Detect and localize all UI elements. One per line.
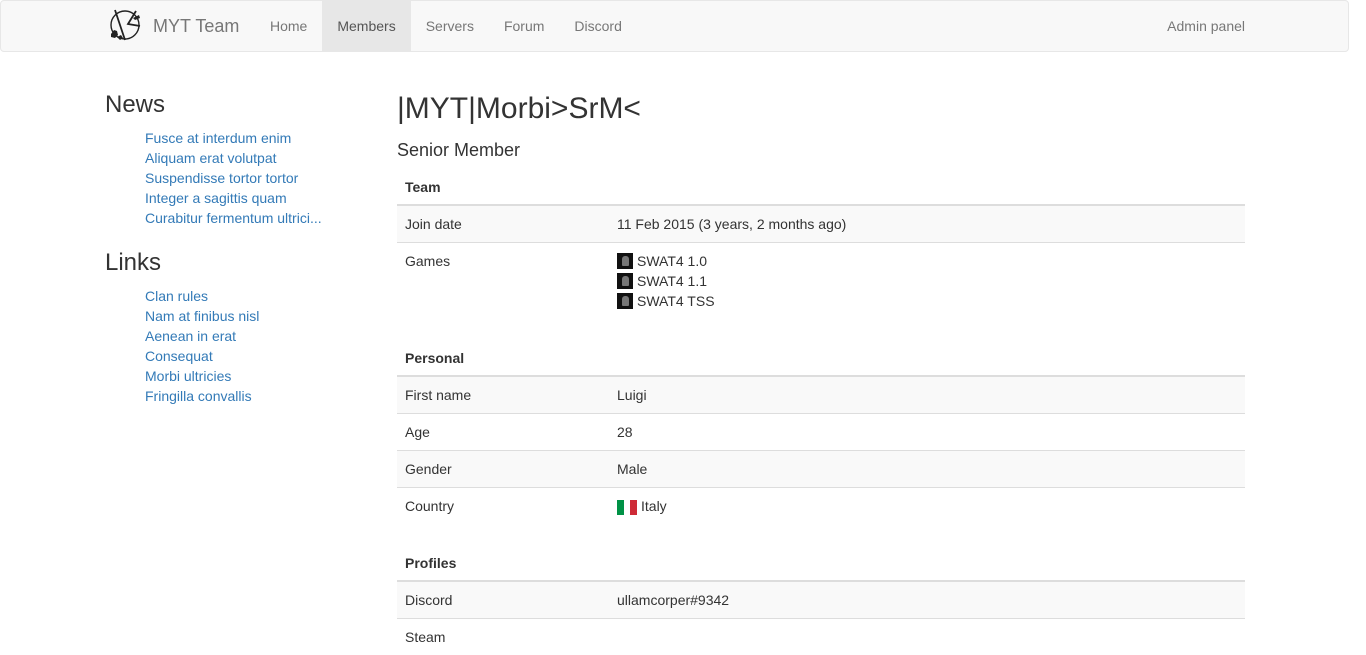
brand-name: MYT Team — [153, 16, 239, 37]
news-link[interactable]: Fusce at interdum enim — [145, 130, 291, 146]
swat4-icon — [617, 273, 633, 289]
join-date-value: 11 Feb 2015 (3 years, 2 months ago) — [609, 205, 1245, 243]
nav-forum[interactable]: Forum — [489, 1, 559, 51]
steam-label: Steam — [397, 619, 609, 655]
join-date-label: Join date — [397, 205, 609, 243]
gender-label: Gender — [397, 451, 609, 488]
game-item: SWAT4 TSS — [617, 291, 1237, 311]
game-name: SWAT4 TSS — [637, 291, 715, 311]
game-item: SWAT4 1.0 — [617, 251, 1237, 271]
table-row: Games SWAT4 1.0 SWAT4 1.1 SWAT4 TSS — [397, 243, 1245, 320]
nav-members[interactable]: Members — [322, 1, 410, 51]
news-item: Fusce at interdum enim — [145, 128, 345, 148]
swat4-icon — [617, 253, 633, 269]
links-item: Nam at finibus nisl — [145, 306, 345, 326]
myt-logo-icon — [106, 4, 144, 49]
swat4-tss-icon — [617, 293, 633, 309]
news-item: Curabitur fermentum ultrici... — [145, 208, 345, 228]
member-profile: |MYT|Morbi>SrM< Senior Member Team Join … — [397, 90, 1245, 655]
main-nav: Home Members Servers Forum Discord — [255, 1, 637, 51]
news-item: Aliquam erat volutpat — [145, 148, 345, 168]
sidebar-link[interactable]: Clan rules — [145, 288, 208, 304]
first-name-value: Luigi — [609, 376, 1245, 414]
gender-value: Male — [609, 451, 1245, 488]
table-row: Discord ullamcorper#9342 — [397, 581, 1245, 619]
personal-table: Personal First name Luigi Age 28 Gender … — [397, 340, 1245, 524]
news-list: Fusce at interdum enim Aliquam erat volu… — [105, 128, 345, 228]
nav-servers[interactable]: Servers — [411, 1, 489, 51]
links-list: Clan rules Nam at finibus nisl Aenean in… — [105, 286, 345, 406]
sidebar-link[interactable]: Nam at finibus nisl — [145, 308, 259, 324]
game-item: SWAT4 1.1 — [617, 271, 1237, 291]
news-link[interactable]: Suspendisse tortor tortor — [145, 170, 298, 186]
table-row: Steam — [397, 619, 1245, 655]
news-item: Integer a sagittis quam — [145, 188, 345, 208]
age-value: 28 — [609, 414, 1245, 451]
table-row: Join date 11 Feb 2015 (3 years, 2 months… — [397, 205, 1245, 243]
game-name: SWAT4 1.0 — [637, 251, 707, 271]
games-value: SWAT4 1.0 SWAT4 1.1 SWAT4 TSS — [609, 243, 1245, 320]
country-label: Country — [397, 488, 609, 525]
nav-admin-panel[interactable]: Admin panel — [1167, 1, 1245, 51]
links-item: Morbi ultricies — [145, 366, 345, 386]
first-name-label: First name — [397, 376, 609, 414]
table-row: Gender Male — [397, 451, 1245, 488]
country-value-cell: Italy — [609, 488, 1245, 525]
member-rank: Senior Member — [397, 139, 1245, 161]
discord-label: Discord — [397, 581, 609, 619]
team-heading: Team — [397, 169, 1245, 205]
age-label: Age — [397, 414, 609, 451]
nav-discord[interactable]: Discord — [559, 1, 636, 51]
steam-value — [609, 619, 1245, 655]
nav-home[interactable]: Home — [255, 1, 322, 51]
links-item: Consequat — [145, 346, 345, 366]
table-row: First name Luigi — [397, 376, 1245, 414]
personal-heading: Personal — [397, 340, 1245, 376]
news-link[interactable]: Curabitur fermentum ultrici... — [145, 210, 322, 226]
profiles-table: Profiles Discord ullamcorper#9342 Steam — [397, 545, 1245, 655]
game-name: SWAT4 1.1 — [637, 271, 707, 291]
sidebar-link[interactable]: Consequat — [145, 348, 213, 364]
news-link[interactable]: Integer a sagittis quam — [145, 190, 287, 206]
news-item: Suspendisse tortor tortor — [145, 168, 345, 188]
top-navbar: MYT Team Home Members Servers Forum Disc… — [0, 0, 1349, 52]
sidebar: News Fusce at interdum enim Aliquam erat… — [105, 90, 345, 426]
country-value: Italy — [641, 498, 667, 514]
sidebar-link[interactable]: Aenean in erat — [145, 328, 236, 344]
profiles-heading: Profiles — [397, 545, 1245, 581]
italy-flag-icon — [617, 500, 637, 515]
discord-value: ullamcorper#9342 — [609, 581, 1245, 619]
page-title: |MYT|Morbi>SrM< — [397, 90, 1245, 128]
team-table: Team Join date 11 Feb 2015 (3 years, 2 m… — [397, 169, 1245, 319]
news-link[interactable]: Aliquam erat volutpat — [145, 150, 277, 166]
links-item: Aenean in erat — [145, 326, 345, 346]
table-row: Age 28 — [397, 414, 1245, 451]
links-item: Fringilla convallis — [145, 386, 345, 406]
brand-link[interactable]: MYT Team — [106, 1, 239, 51]
links-heading: Links — [105, 248, 345, 278]
sidebar-link[interactable]: Morbi ultricies — [145, 368, 231, 384]
games-label: Games — [397, 243, 609, 320]
sidebar-link[interactable]: Fringilla convallis — [145, 388, 252, 404]
table-row: Country Italy — [397, 488, 1245, 525]
links-item: Clan rules — [145, 286, 345, 306]
news-heading: News — [105, 90, 345, 120]
